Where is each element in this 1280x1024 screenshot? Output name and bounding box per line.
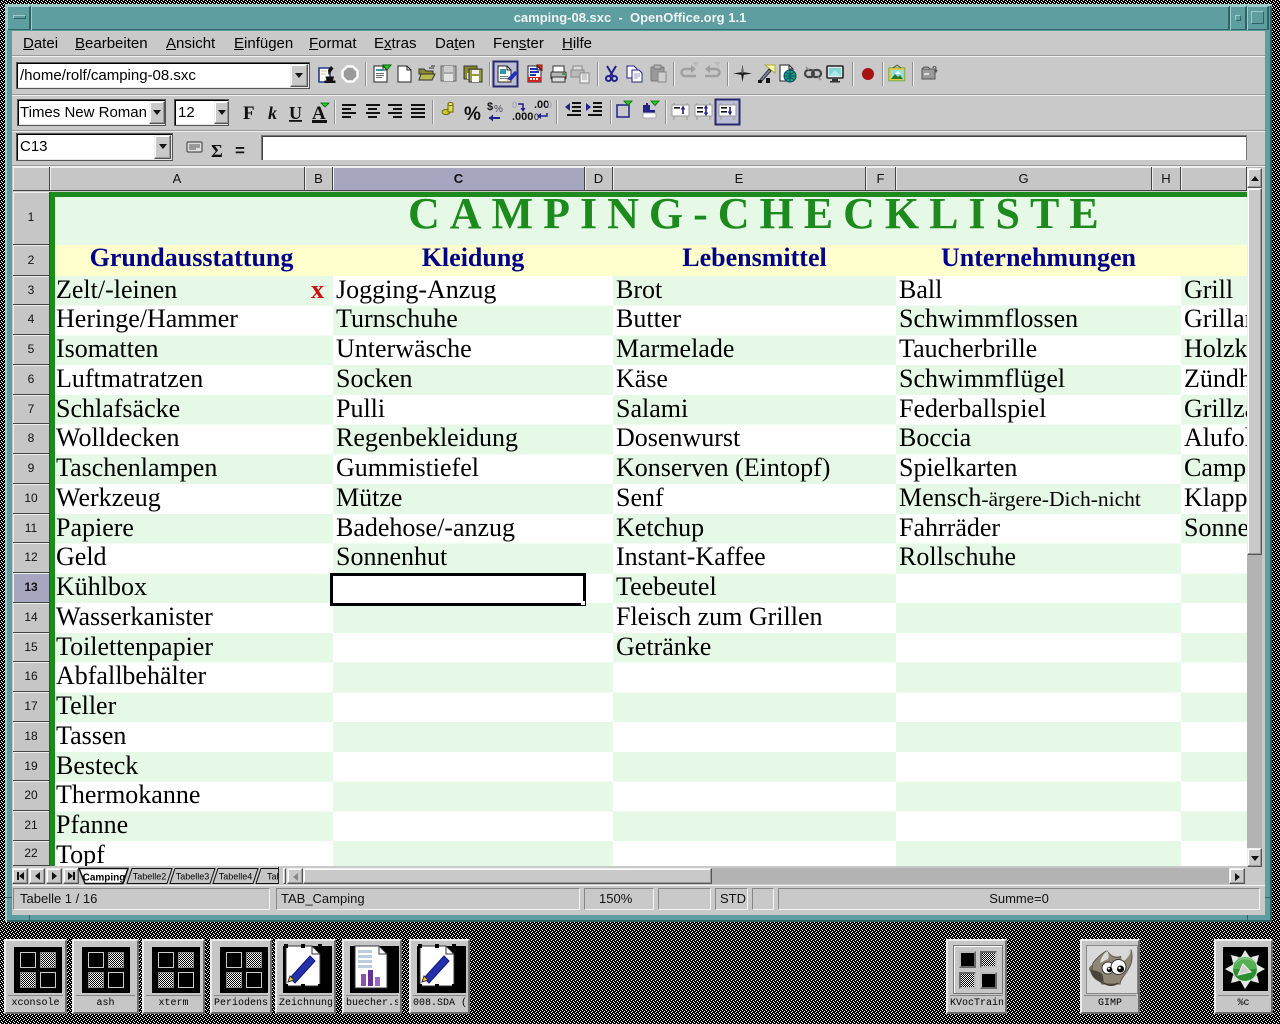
svg-text:.000: .000 (512, 111, 533, 123)
svg-text:0: 0 (512, 100, 517, 110)
svg-text:Σ: Σ (211, 141, 223, 161)
svg-text:U: U (289, 103, 302, 123)
svg-text:.00: .00 (534, 99, 549, 111)
svg-text:Tabelle4: Tabelle4 (219, 872, 253, 882)
svg-text:=: = (235, 141, 245, 160)
svg-text:Tab: Tab (267, 872, 278, 882)
svg-text:%: % (464, 104, 481, 125)
svg-text:$: $ (487, 101, 493, 113)
svg-text:0: 0 (547, 100, 552, 110)
svg-text:0: 0 (534, 112, 539, 122)
svg-text:Tabelle2: Tabelle2 (133, 872, 167, 882)
svg-text:F: F (243, 103, 255, 124)
svg-text:A: A (312, 103, 326, 124)
svg-text:%: % (494, 104, 503, 115)
svg-text:k: k (268, 103, 277, 123)
svg-text:Tabelle3: Tabelle3 (176, 872, 210, 882)
svg-text:Camping: Camping (83, 873, 126, 884)
